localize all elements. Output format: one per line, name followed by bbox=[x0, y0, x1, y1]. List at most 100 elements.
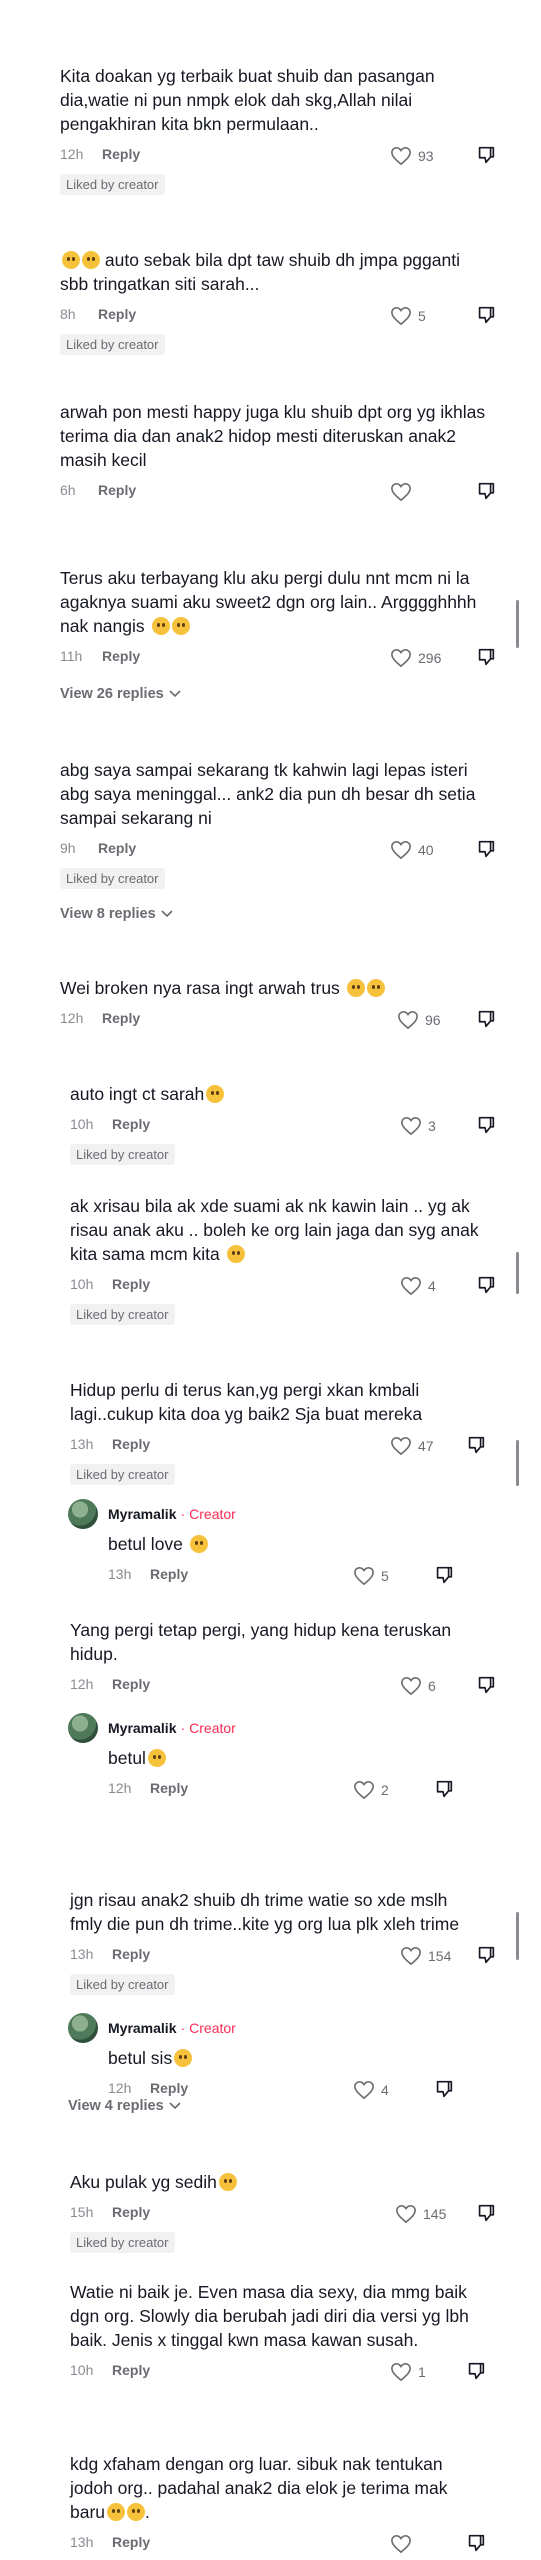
avatar[interactable] bbox=[68, 1499, 98, 1529]
comment-time: 11h bbox=[60, 648, 83, 664]
like-button[interactable]: 1 bbox=[390, 2360, 426, 2384]
crying-face-emoji bbox=[226, 1245, 245, 1263]
reply-button[interactable]: Reply bbox=[98, 840, 136, 856]
reply-item: Myramalik · Creator betul sis 12h Reply … bbox=[68, 2013, 541, 2102]
reply-button[interactable]: Reply bbox=[112, 1946, 150, 1962]
dislike-icon[interactable] bbox=[433, 2078, 455, 2100]
like-button[interactable]: 93 bbox=[390, 144, 434, 168]
heart-icon bbox=[391, 306, 411, 326]
avatar[interactable] bbox=[68, 2013, 98, 2043]
reply-button[interactable]: Reply bbox=[112, 1676, 150, 1692]
dislike-icon[interactable] bbox=[475, 646, 497, 668]
reply-button[interactable]: Reply bbox=[112, 2204, 150, 2220]
like-count: 5 bbox=[381, 1568, 389, 1584]
like-count: 1 bbox=[418, 2364, 426, 2380]
reply-author[interactable]: Myramalik bbox=[108, 1506, 176, 1522]
liked-by-creator-badge: Liked by creator bbox=[70, 1304, 175, 1325]
comment-text: ak xrisau bila ak xde suami ak nk kawin … bbox=[70, 1196, 479, 1264]
heart-icon bbox=[401, 1946, 421, 1966]
reply-author[interactable]: Myramalik bbox=[108, 2020, 176, 2036]
like-button[interactable]: 145 bbox=[395, 2202, 446, 2226]
chevron-down-icon bbox=[169, 2102, 181, 2110]
heart-icon bbox=[354, 1780, 374, 1800]
dislike-icon[interactable] bbox=[475, 480, 497, 502]
like-button[interactable] bbox=[390, 2532, 418, 2556]
reply-button[interactable]: Reply bbox=[112, 1436, 150, 1452]
comment-time: 13h bbox=[70, 1436, 94, 1452]
comment-time: 10h bbox=[70, 1276, 94, 1292]
like-button[interactable]: 3 bbox=[400, 1114, 436, 1138]
view-replies-button[interactable]: View 4 replies bbox=[68, 2098, 181, 2114]
like-button[interactable]: 5 bbox=[390, 304, 426, 328]
like-button[interactable]: 6 bbox=[400, 1674, 436, 1698]
dislike-icon[interactable] bbox=[475, 144, 497, 166]
dislike-icon[interactable] bbox=[475, 1008, 497, 1030]
like-button[interactable] bbox=[390, 480, 418, 504]
like-count: 5 bbox=[418, 308, 426, 324]
liked-by-creator-badge: Liked by creator bbox=[60, 334, 165, 355]
heart-icon bbox=[391, 2534, 411, 2554]
like-count: 40 bbox=[418, 842, 434, 858]
comment-text: Yang pergi tetap pergi, yang hidup kena … bbox=[70, 1620, 452, 1664]
reply-button[interactable]: Reply bbox=[102, 146, 140, 162]
dislike-icon[interactable] bbox=[465, 2360, 487, 2382]
scrollbar[interactable] bbox=[516, 600, 519, 648]
scrollbar[interactable] bbox=[516, 1912, 519, 1960]
reply-button[interactable]: Reply bbox=[150, 1780, 188, 1796]
reply-button[interactable]: Reply bbox=[112, 1116, 150, 1132]
heart-icon bbox=[391, 2362, 411, 2382]
like-button[interactable]: 154 bbox=[400, 1944, 451, 1968]
like-button[interactable]: 47 bbox=[390, 1434, 434, 1458]
reply-author[interactable]: Myramalik bbox=[108, 1720, 176, 1736]
dislike-icon[interactable] bbox=[475, 838, 497, 860]
dislike-icon[interactable] bbox=[475, 304, 497, 326]
dislike-icon[interactable] bbox=[433, 1778, 455, 1800]
like-button[interactable]: 4 bbox=[353, 2078, 389, 2102]
liked-by-creator-badge: Liked by creator bbox=[60, 868, 165, 889]
comment-time: 13h bbox=[70, 1946, 94, 1962]
dislike-icon[interactable] bbox=[475, 1674, 497, 1696]
like-button[interactable]: 2 bbox=[353, 1778, 389, 1802]
like-count: 2 bbox=[381, 1782, 389, 1798]
reply-button[interactable]: Reply bbox=[150, 2080, 188, 2096]
reply-button[interactable]: Reply bbox=[112, 2534, 150, 2550]
dislike-icon[interactable] bbox=[475, 2202, 497, 2224]
comment-item: Hidup perlu di terus kan,yg pergi xkan k… bbox=[0, 1378, 541, 1485]
like-button[interactable]: 4 bbox=[400, 1274, 436, 1298]
dislike-icon[interactable] bbox=[475, 1944, 497, 1966]
dislike-icon[interactable] bbox=[475, 1114, 497, 1136]
comment-text: jgn risau anak2 shuib dh trime watie so … bbox=[70, 1890, 460, 1934]
dislike-icon[interactable] bbox=[465, 2532, 487, 2554]
smiling-face-with-hearts-emoji bbox=[147, 1749, 166, 1767]
reply-button[interactable]: Reply bbox=[98, 306, 136, 322]
comment-item: Wei broken nya rasa ingt arwah trus 12h … bbox=[0, 976, 541, 1032]
view-replies-button[interactable]: View 8 replies bbox=[60, 906, 173, 922]
chevron-down-icon bbox=[161, 910, 173, 918]
reply-button[interactable]: Reply bbox=[150, 1566, 188, 1582]
dislike-icon[interactable] bbox=[475, 1274, 497, 1296]
avatar[interactable] bbox=[68, 1713, 98, 1743]
separator-dot: · bbox=[180, 2020, 186, 2036]
like-button[interactable]: 96 bbox=[397, 1008, 441, 1032]
dislike-icon[interactable] bbox=[465, 1434, 487, 1456]
crying-face-emoji bbox=[171, 617, 190, 635]
dislike-icon[interactable] bbox=[433, 1564, 455, 1586]
scrollbar[interactable] bbox=[516, 1440, 519, 1486]
reply-button[interactable]: Reply bbox=[102, 648, 140, 664]
like-button[interactable]: 5 bbox=[353, 1564, 389, 1588]
reply-button[interactable]: Reply bbox=[112, 1276, 150, 1292]
liked-by-creator-badge: Liked by creator bbox=[70, 1144, 175, 1165]
separator-dot: · bbox=[180, 1506, 186, 1522]
reply-button[interactable]: Reply bbox=[98, 482, 136, 498]
like-button[interactable]: 40 bbox=[390, 838, 434, 862]
scrollbar[interactable] bbox=[516, 1252, 519, 1294]
reply-button[interactable]: Reply bbox=[102, 1010, 140, 1026]
like-button[interactable]: 296 bbox=[390, 646, 441, 670]
liked-by-creator-badge: Liked by creator bbox=[70, 2232, 175, 2253]
reply-button[interactable]: Reply bbox=[112, 2362, 150, 2378]
reply-item: Myramalik · Creator betul love 13h Reply… bbox=[68, 1499, 541, 1588]
view-replies-button[interactable]: View 26 replies bbox=[60, 686, 181, 702]
liked-by-creator-badge: Liked by creator bbox=[70, 1464, 175, 1485]
reply-item: Myramalik · Creator betul 12h Reply 2 bbox=[68, 1713, 541, 1802]
comment-item: ak xrisau bila ak xde suami ak nk kawin … bbox=[0, 1194, 541, 1325]
